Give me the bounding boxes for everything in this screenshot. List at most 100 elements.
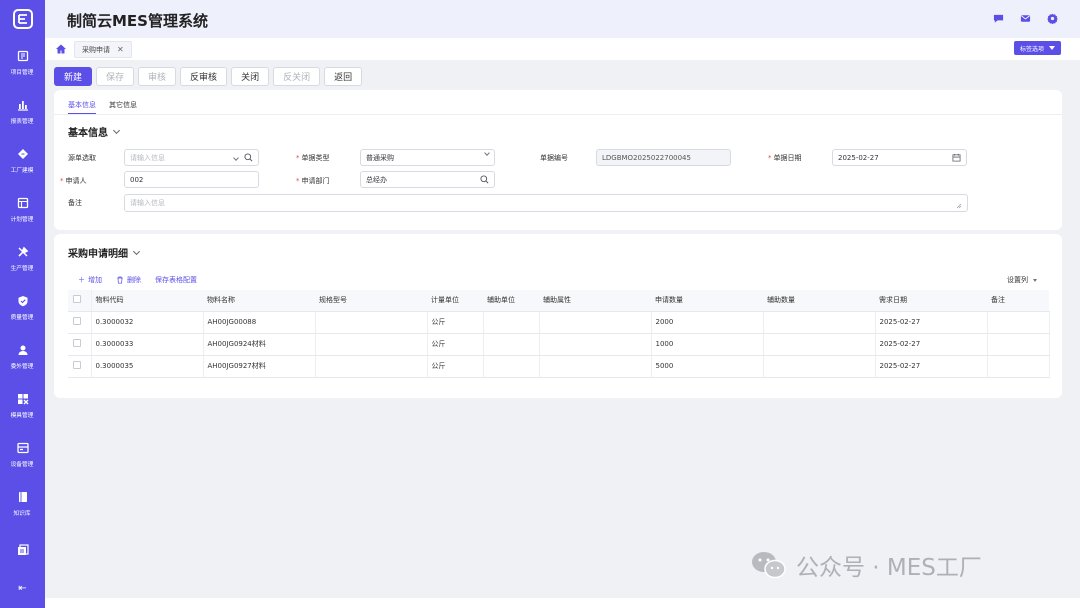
cell-aux-qty[interactable] — [763, 355, 876, 378]
cell-spec[interactable] — [315, 355, 428, 378]
cell-code[interactable]: 0.3000033 — [91, 333, 204, 356]
cell-spec[interactable] — [315, 333, 428, 356]
cell-aux-attr[interactable] — [539, 355, 652, 378]
cell-aux-unit[interactable] — [483, 333, 540, 356]
cell-date[interactable]: 2025-02-27 — [875, 311, 988, 334]
close-button[interactable]: 关闭 — [231, 67, 270, 86]
book-icon — [16, 490, 29, 503]
sidebar-item-quality[interactable]: 质量管理 — [0, 283, 45, 332]
row-checkbox[interactable] — [73, 339, 81, 347]
tab-purchase-request[interactable]: 采购申请 ✕ — [74, 41, 132, 58]
table-row[interactable]: 0.3000035 AH00JG0927材料 公斤 5000 2025-02-2… — [68, 355, 1050, 378]
column-header[interactable]: 物料代码 — [91, 290, 203, 312]
row-checkbox[interactable] — [73, 317, 81, 325]
dept-input[interactable]: 总经办 — [360, 171, 495, 188]
chevron-down-icon[interactable] — [233, 154, 239, 161]
resize-handle-icon[interactable] — [956, 203, 962, 211]
cell-qty[interactable]: 2000 — [651, 311, 764, 334]
gear-icon[interactable] — [1046, 12, 1058, 24]
unclose-button[interactable]: 反关闭 — [273, 67, 321, 86]
watermark: 公众号 · MES工厂 — [750, 548, 982, 582]
cell-code[interactable]: 0.3000035 — [91, 355, 204, 378]
table-row[interactable]: 0.3000033 AH00JG0924材料 公斤 1000 2025-02-2… — [68, 333, 1050, 356]
sidebar-item-plan[interactable]: 计划管理 — [0, 185, 45, 234]
sidebar-item-device[interactable]: 设备管理 — [0, 430, 45, 479]
column-header[interactable]: 申请数量 — [651, 290, 763, 312]
column-header[interactable]: 规格型号 — [315, 290, 427, 312]
new-button[interactable]: 新建 — [54, 67, 93, 86]
tab-label: 采购申请 — [82, 45, 110, 54]
column-settings-button[interactable]: 设置列 — [1007, 275, 1037, 285]
sidebar-item-document[interactable] — [0, 528, 45, 577]
doctype-value: 普通采购 — [366, 153, 394, 162]
doctype-select[interactable]: 普通采购 — [360, 149, 495, 166]
calendar-icon[interactable] — [952, 153, 961, 164]
sidebar-item-production[interactable]: 生产管理 — [0, 234, 45, 283]
cell-name[interactable]: AH00JG0927材料 — [203, 355, 316, 378]
chevron-down-icon — [112, 126, 121, 134]
cell-spec[interactable] — [315, 311, 428, 334]
cell-date[interactable]: 2025-02-27 — [875, 355, 988, 378]
cell-aux-unit[interactable] — [483, 355, 540, 378]
audit-button[interactable]: 审核 — [138, 67, 177, 86]
home-icon[interactable] — [55, 43, 67, 55]
docno-label: 单据编号 — [540, 154, 568, 162]
cell-remark[interactable] — [987, 355, 1050, 378]
cell-qty[interactable]: 1000 — [651, 333, 764, 356]
table-row[interactable]: 0.3000032 AH00JG00088 公斤 2000 2025-02-27 — [68, 311, 1050, 334]
cell-code[interactable]: 0.3000032 — [91, 311, 204, 334]
cell-aux-qty[interactable] — [763, 333, 876, 356]
subtab-basic-info[interactable]: 基本信息 — [68, 100, 96, 114]
sidebar-item-project[interactable]: 项目管理 — [0, 38, 45, 87]
cell-aux-qty[interactable] — [763, 311, 876, 334]
column-header[interactable]: 辅助单位 — [483, 290, 539, 312]
cell-date[interactable]: 2025-02-27 — [875, 333, 988, 356]
chat-icon[interactable] — [992, 12, 1004, 24]
column-header[interactable]: 计量单位 — [427, 290, 483, 312]
cell-qty[interactable]: 5000 — [651, 355, 764, 378]
column-header[interactable]: 辅助属性 — [539, 290, 651, 312]
sidebar-item-factory[interactable]: 工厂建模 — [0, 136, 45, 185]
collapse-sidebar-icon[interactable]: ⇤ — [0, 583, 45, 594]
column-header[interactable]: 需求日期 — [875, 290, 987, 312]
docdate-picker[interactable]: 2025-02-27 — [832, 149, 967, 166]
subtab-other-info[interactable]: 其它信息 — [109, 100, 137, 114]
detail-section-title[interactable]: 采购申请明细 — [68, 245, 141, 260]
remark-textarea[interactable]: 请输入信息 — [124, 194, 968, 212]
sidebar-item-mold[interactable]: 模具管理 — [0, 381, 45, 430]
close-icon[interactable]: ✕ — [117, 45, 124, 54]
cell-remark[interactable] — [987, 311, 1050, 334]
search-icon[interactable] — [244, 153, 253, 164]
delete-row-button[interactable]: 删除 — [116, 275, 141, 285]
cell-unit[interactable]: 公斤 — [427, 355, 484, 378]
unaudit-button[interactable]: 反审核 — [180, 67, 228, 86]
applicant-input[interactable]: 002 — [124, 171, 259, 188]
cell-aux-attr[interactable] — [539, 333, 652, 356]
back-button[interactable]: 返回 — [324, 67, 363, 86]
select-all-checkbox[interactable] — [73, 295, 81, 304]
cell-unit[interactable]: 公斤 — [427, 311, 484, 334]
mail-icon[interactable] — [1019, 12, 1031, 24]
cell-unit[interactable]: 公斤 — [427, 333, 484, 356]
source-input[interactable]: 请输入信息 — [124, 149, 259, 166]
save-table-config-button[interactable]: 保存表格配置 — [155, 275, 197, 285]
add-row-button[interactable]: ＋增加 — [78, 275, 102, 285]
cell-remark[interactable] — [987, 333, 1050, 356]
column-header[interactable]: 物料名称 — [203, 290, 315, 312]
cell-aux-attr[interactable] — [539, 311, 652, 334]
tag-options-button[interactable]: 标签选项 — [1013, 41, 1061, 55]
app-logo[interactable] — [0, 0, 45, 38]
row-checkbox[interactable] — [73, 361, 81, 369]
applicant-value: 002 — [130, 175, 144, 184]
cell-name[interactable]: AH00JG0924材料 — [203, 333, 316, 356]
save-button[interactable]: 保存 — [96, 67, 135, 86]
column-header[interactable]: 辅助数量 — [763, 290, 875, 312]
sidebar-item-outsource[interactable]: 委外管理 — [0, 332, 45, 381]
basic-section-title[interactable]: 基本信息 — [68, 124, 121, 139]
sidebar-item-report[interactable]: 报表管理 — [0, 87, 45, 136]
cell-aux-unit[interactable] — [483, 311, 540, 334]
search-icon[interactable] — [480, 175, 489, 186]
column-header[interactable]: 备注 — [987, 290, 1049, 312]
cell-name[interactable]: AH00JG00088 — [203, 311, 316, 334]
sidebar-item-knowledge[interactable]: 知识库 — [0, 479, 45, 528]
